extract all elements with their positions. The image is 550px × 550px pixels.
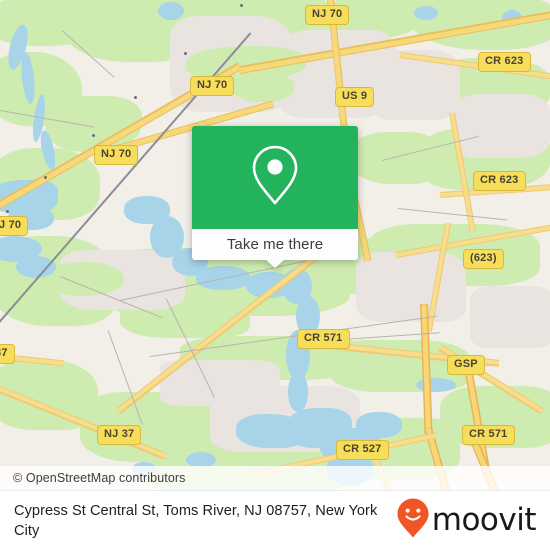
shield-37-clipped-left[interactable]: 37 (0, 344, 15, 364)
moovit-pin-smiley-icon (397, 498, 429, 543)
shield-623-parenthetical[interactable]: (623) (463, 249, 504, 269)
map-attribution-bar: © OpenStreetMap contributors (0, 466, 550, 490)
shield-cr-623-right[interactable]: CR 623 (473, 171, 526, 191)
shield-nj-70-clipped-left[interactable]: J 70 (0, 216, 29, 236)
popup-header (192, 126, 358, 229)
moovit-wordmark: moovit (431, 502, 537, 538)
moovit-logo[interactable]: moovit (397, 498, 537, 543)
shield-cr-527[interactable]: CR 527 (336, 440, 389, 460)
shield-nj-70-upper-mid[interactable]: NJ 70 (190, 76, 235, 96)
shield-nj-70-left[interactable]: NJ 70 (94, 145, 139, 165)
shield-nj-70-top[interactable]: NJ 70 (305, 5, 350, 25)
destination-popup-card[interactable]: Take me there (192, 126, 358, 268)
popup-pointer (265, 259, 285, 268)
footer-bar: Cypress St Central St, Toms River, NJ 08… (0, 490, 550, 550)
map-canvas[interactable]: NJ 70 CR 623 NJ 70 US 9 NJ 70 CR 623 J 7… (0, 0, 550, 490)
map-pin-icon (250, 144, 300, 211)
shield-nj-37[interactable]: NJ 37 (97, 425, 142, 445)
shield-us-9[interactable]: US 9 (335, 87, 375, 107)
moovit-map-screenshot: NJ 70 CR 623 NJ 70 US 9 NJ 70 CR 623 J 7… (0, 0, 550, 550)
shield-cr-571-mid[interactable]: CR 571 (297, 329, 350, 349)
shield-gsp[interactable]: GSP (447, 355, 485, 375)
shield-cr-623-upper[interactable]: CR 623 (478, 52, 531, 72)
location-title: Cypress St Central St, Toms River, NJ 08… (14, 502, 378, 539)
attribution-text[interactable]: © OpenStreetMap contributors (0, 471, 186, 485)
take-me-there-label: Take me there (226, 236, 324, 253)
take-me-there-button[interactable]: Take me there (192, 229, 358, 260)
shield-cr-571-lower[interactable]: CR 571 (462, 425, 515, 445)
